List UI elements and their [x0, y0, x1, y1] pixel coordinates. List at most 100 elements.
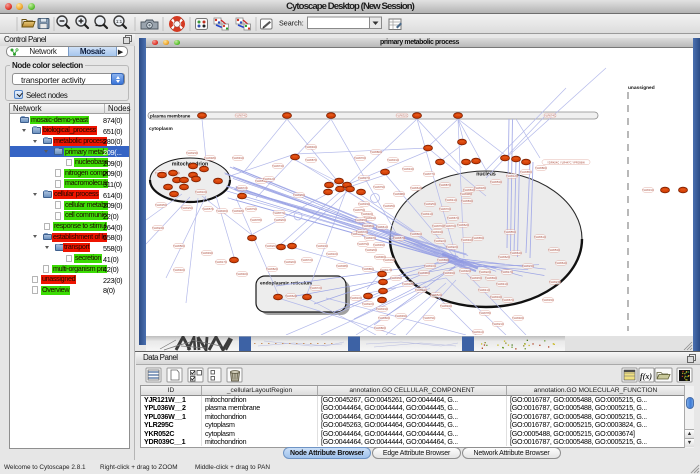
- svg-text:YLR079C: YLR079C: [423, 316, 435, 320]
- svg-text:YLR069C: YLR069C: [485, 276, 497, 280]
- svg-text:YLR069C: YLR069C: [437, 258, 449, 262]
- svg-text:YLR062C: YLR062C: [285, 294, 297, 298]
- svg-text:YLR061C: YLR061C: [376, 225, 388, 229]
- svg-text:YLR037C: YLR037C: [364, 236, 376, 240]
- svg-text:YLR049C: YLR049C: [201, 251, 213, 255]
- svg-text:YLR023C: YLR023C: [186, 151, 198, 155]
- svg-text:YLR010C: YLR010C: [195, 190, 207, 194]
- svg-text:YLR062C: YLR062C: [457, 223, 469, 227]
- svg-text:YLR092C: YLR092C: [459, 269, 471, 273]
- svg-text:YLR093C: YLR093C: [395, 314, 407, 318]
- svg-text:unassigned: unassigned: [628, 85, 655, 91]
- svg-text:YLR077C: YLR077C: [273, 211, 285, 215]
- svg-text:YLR019C: YLR019C: [376, 307, 388, 311]
- svg-text:YLR035C: YLR035C: [383, 204, 395, 208]
- svg-text:YLR067C: YLR067C: [447, 216, 459, 220]
- svg-text:YLR053C: YLR053C: [490, 180, 502, 184]
- svg-text:nucleus: nucleus: [476, 172, 496, 178]
- svg-text:YLR040C: YLR040C: [173, 268, 185, 272]
- svg-text:YLR078C: YLR078C: [479, 311, 491, 315]
- svg-text:Search:: Search:: [279, 19, 304, 28]
- svg-text:1:1: 1:1: [116, 19, 123, 24]
- svg-text:YLR066C: YLR066C: [378, 316, 390, 320]
- svg-text:YLR070C: YLR070C: [444, 224, 456, 228]
- svg-text:YLR033C: YLR033C: [542, 298, 554, 302]
- svg-text:YLR011C: YLR011C: [472, 330, 484, 334]
- svg-text:YLR029C: YLR029C: [181, 206, 193, 210]
- svg-text:YLR022C: YLR022C: [362, 302, 374, 306]
- svg-text:YLR079C: YLR079C: [357, 242, 369, 246]
- svg-text:YLR067C: YLR067C: [502, 298, 514, 302]
- svg-text:YLR093C: YLR093C: [373, 243, 385, 247]
- svg-text:YLR026C: YLR026C: [365, 248, 377, 252]
- svg-text:YLR083C: YLR083C: [461, 199, 473, 203]
- svg-text:YLR024C: YLR024C: [152, 226, 164, 230]
- svg-text:YLR018C: YLR018C: [402, 282, 414, 286]
- svg-text:YLR064C: YLR064C: [510, 251, 522, 255]
- svg-text:YLR083C: YLR083C: [463, 188, 475, 192]
- svg-text:YLR079C: YLR079C: [373, 185, 385, 189]
- svg-text:YLR020C: YLR020C: [265, 244, 277, 248]
- svg-text:YLR022C: YLR022C: [479, 270, 491, 274]
- svg-text:YLR080C: YLR080C: [370, 150, 382, 154]
- svg-text:YLR064C: YLR064C: [555, 261, 567, 265]
- svg-text:YLR072C: YLR072C: [356, 230, 368, 234]
- svg-text:YLR091C: YLR091C: [232, 156, 244, 160]
- svg-text:YLR022C: YLR022C: [434, 239, 446, 243]
- svg-text:YLR094C: YLR094C: [461, 238, 473, 242]
- svg-text:YLR019C: YLR019C: [358, 202, 370, 206]
- svg-text:YLR034C: YLR034C: [440, 304, 452, 308]
- svg-text:f(x): f(x): [640, 372, 652, 381]
- svg-text:YLR023C: YLR023C: [522, 264, 534, 268]
- svg-text:YLR057C: YLR057C: [393, 236, 405, 240]
- svg-text:YLR031C: YLR031C: [387, 158, 399, 162]
- svg-text:YLR072C: YLR072C: [310, 286, 322, 290]
- svg-text:YLR043C: YLR043C: [402, 167, 414, 171]
- svg-text:YLR022C: YLR022C: [446, 245, 458, 249]
- svg-text:YLR064C: YLR064C: [410, 186, 422, 190]
- svg-text:YLR018C: YLR018C: [232, 209, 244, 213]
- svg-text:YLR079C: YLR079C: [245, 207, 257, 211]
- svg-text:YLR034C: YLR034C: [490, 295, 502, 299]
- svg-text:YLR025C: YLR025C: [424, 202, 436, 206]
- svg-text:YDR424C YLR447C YPR036W: YDR424C YLR447C YPR036W: [547, 160, 585, 164]
- svg-text:YLR041C: YLR041C: [496, 282, 508, 286]
- svg-text:YLR074C: YLR074C: [544, 114, 556, 118]
- svg-text:YLR041C: YLR041C: [421, 212, 433, 216]
- svg-text:YLR041C: YLR041C: [478, 288, 490, 292]
- svg-text:YLR026C: YLR026C: [274, 218, 286, 222]
- svg-text:YLR027C: YLR027C: [549, 280, 561, 284]
- svg-text:YLR039C: YLR039C: [390, 276, 402, 280]
- svg-text:YLR074C: YLR074C: [235, 114, 247, 118]
- svg-text:YLR053C: YLR053C: [548, 248, 560, 252]
- svg-text:YLR034C: YLR034C: [431, 230, 443, 234]
- svg-text:YLR038C: YLR038C: [336, 264, 348, 268]
- svg-text:YLR045C: YLR045C: [470, 276, 482, 280]
- svg-text:YLR074C: YLR074C: [272, 164, 284, 168]
- svg-text:YLR056C: YLR056C: [173, 244, 185, 248]
- svg-text:YLR090C: YLR090C: [374, 255, 386, 259]
- svg-text:YLR040C: YLR040C: [361, 212, 373, 216]
- svg-text:YLR065C: YLR065C: [472, 236, 484, 240]
- svg-text:YLR055C: YLR055C: [504, 230, 516, 234]
- svg-text:YLR019C: YLR019C: [316, 244, 328, 248]
- svg-text:YLR077C: YLR077C: [423, 172, 435, 176]
- svg-text:YLR076C: YLR076C: [432, 224, 444, 228]
- svg-text:YLR018C: YLR018C: [474, 186, 486, 190]
- svg-text:YLR045C: YLR045C: [355, 218, 367, 222]
- svg-text:YLR040C: YLR040C: [512, 316, 524, 320]
- svg-text:YLR096C: YLR096C: [418, 271, 430, 275]
- svg-text:YLR017C: YLR017C: [215, 260, 227, 264]
- svg-text:YLR085C: YLR085C: [362, 267, 374, 271]
- svg-text:endoplasmic reticulum: endoplasmic reticulum: [260, 281, 312, 287]
- svg-text:YLR052C: YLR052C: [430, 293, 442, 297]
- svg-text:YLR021C: YLR021C: [492, 322, 504, 326]
- svg-text:YLR070C: YLR070C: [439, 207, 451, 211]
- svg-text:YLR048C: YLR048C: [204, 156, 216, 160]
- svg-text:YLR026C: YLR026C: [293, 193, 305, 197]
- svg-text:YLR078C: YLR078C: [250, 218, 262, 222]
- svg-text:YLR016C: YLR016C: [424, 264, 436, 268]
- svg-text:YLR031C: YLR031C: [642, 188, 654, 192]
- svg-text:YLR085C: YLR085C: [520, 170, 532, 174]
- svg-text:YLR070C: YLR070C: [354, 156, 366, 160]
